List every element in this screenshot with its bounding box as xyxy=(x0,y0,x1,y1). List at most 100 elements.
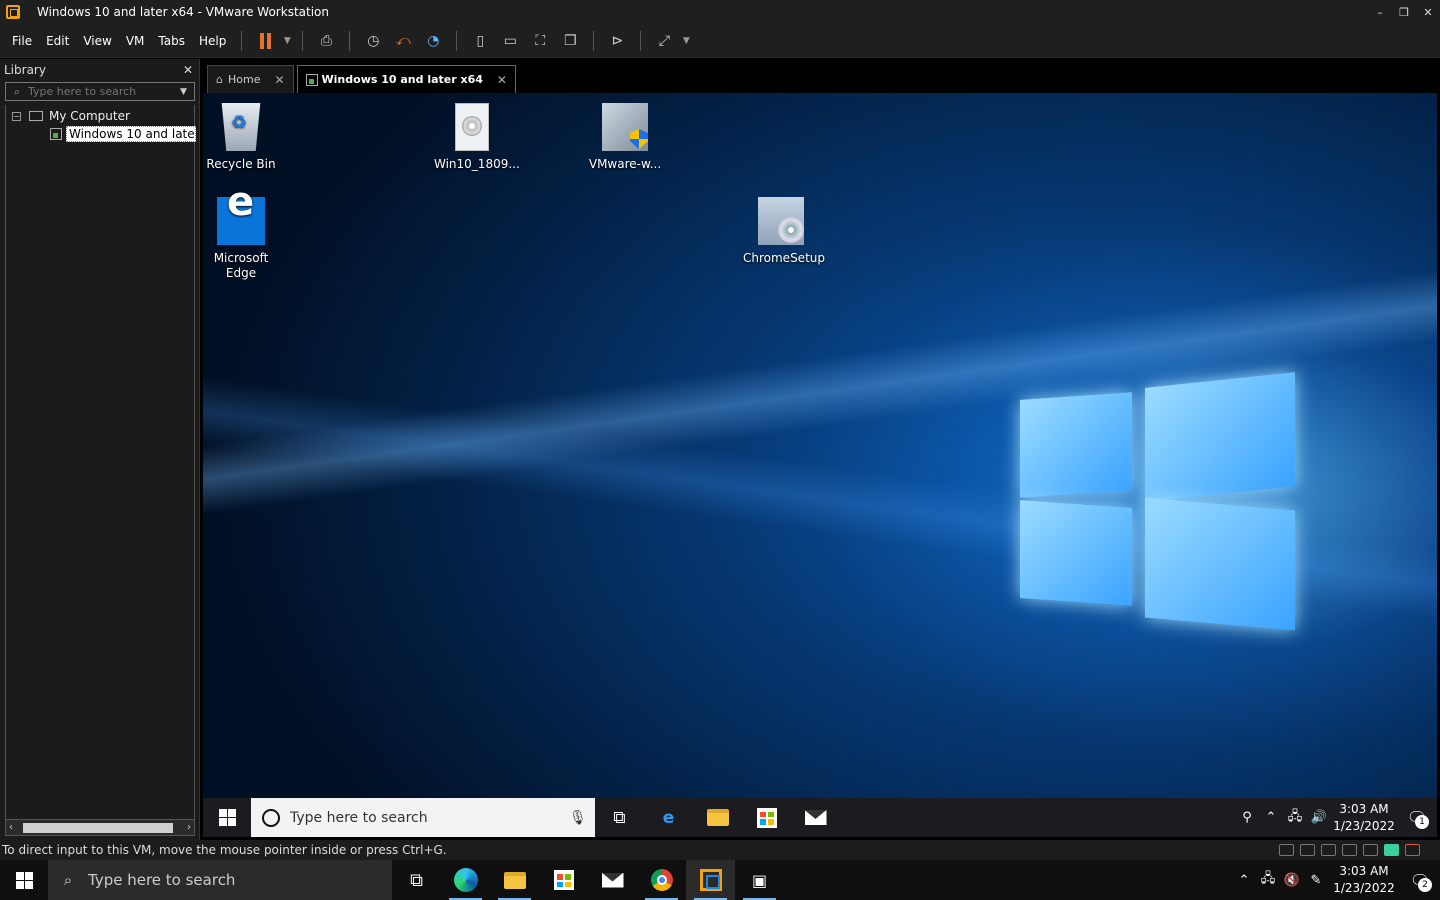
collapse-icon[interactable]: − xyxy=(12,111,21,121)
close-button[interactable]: ✕ xyxy=(1416,0,1440,24)
guest-action-center-icon[interactable]: 🗨1 xyxy=(1397,808,1437,829)
tab-vm[interactable]: Windows 10 and later x64 ✕ xyxy=(296,65,516,93)
host-file-explorer-icon[interactable] xyxy=(490,860,539,900)
mail-glyph xyxy=(804,810,827,825)
scroll-right-icon[interactable]: › xyxy=(187,822,191,833)
taskbar-edge-icon[interactable]: e xyxy=(644,798,693,837)
volume-muted-icon[interactable]: 🔇 xyxy=(1280,873,1304,888)
wallpaper-logo-pane xyxy=(1145,372,1295,502)
sound-card-icon[interactable] xyxy=(1405,844,1420,856)
power-dropdown-icon[interactable]: ▼ xyxy=(280,28,294,54)
windows-wallpaper-logo xyxy=(1015,358,1305,648)
store-glyph xyxy=(756,807,777,828)
desktop-icon-win10-iso[interactable]: Win10_1809... xyxy=(434,103,520,172)
taskbar-mail-icon[interactable] xyxy=(791,798,840,837)
menu-vm[interactable]: VM xyxy=(119,34,152,48)
setup-installer-icon xyxy=(758,197,804,245)
menu-tabs[interactable]: Tabs xyxy=(151,34,192,48)
console-view-icon[interactable]: ⊳ xyxy=(602,28,632,54)
pause-button[interactable] xyxy=(250,28,280,54)
installer-icon xyxy=(602,103,648,151)
show-hidden-icons-icon[interactable]: ⌃ xyxy=(1259,810,1283,825)
vmware-glyph xyxy=(699,869,722,891)
tab-home[interactable]: ⌂ Home ✕ xyxy=(207,65,294,93)
host-clock[interactable]: 3:03 AM 1/23/2022 xyxy=(1328,863,1400,897)
windows-icon xyxy=(15,871,33,889)
toolbar-separator xyxy=(456,30,458,51)
network-adapter-icon[interactable] xyxy=(1321,844,1336,856)
guest-start-button[interactable] xyxy=(203,798,251,837)
task-view-icon[interactable]: ⧉ xyxy=(595,798,644,837)
desktop-icon-microsoft-edge[interactable]: Microsoft Edge xyxy=(203,195,279,281)
cd-dvd-icon[interactable] xyxy=(1300,844,1315,856)
tab-bar: ⌂ Home ✕ Windows 10 and later x64 ✕ xyxy=(201,59,1440,93)
menu-file[interactable]: File xyxy=(5,34,39,48)
scroll-left-icon[interactable]: ‹ xyxy=(9,822,13,833)
thumbnail-bar-icon[interactable]: ▭ xyxy=(495,28,525,54)
library-header: Library ✕ xyxy=(0,59,199,81)
microphone-icon[interactable]: 🎙 xyxy=(569,810,595,826)
pen-icon[interactable]: ✎ xyxy=(1304,873,1328,888)
printer-icon[interactable] xyxy=(1342,844,1357,856)
display-icon[interactable] xyxy=(1384,844,1399,856)
host-time: 3:03 AM xyxy=(1339,864,1389,878)
scroll-thumb[interactable] xyxy=(23,823,173,833)
device-status-icons xyxy=(1279,844,1420,856)
unity-icon[interactable]: ❐ xyxy=(555,28,585,54)
taskbar-file-explorer-icon[interactable] xyxy=(693,798,742,837)
people-icon[interactable]: ⚲ xyxy=(1235,810,1259,825)
menu-edit[interactable]: Edit xyxy=(39,34,76,48)
host-installer-icon[interactable]: ▣ xyxy=(735,860,784,900)
desktop-icon-recycle-bin[interactable]: Recycle Bin xyxy=(203,103,279,172)
library-close-icon[interactable]: ✕ xyxy=(183,63,193,77)
network-icon[interactable]: 🖧 xyxy=(1256,869,1280,891)
host-action-center-icon[interactable]: 🗨2 xyxy=(1400,871,1440,892)
stretch-guest-icon[interactable]: ⤢ xyxy=(649,28,679,54)
status-message: To direct input to this VM, move the mou… xyxy=(2,843,447,857)
host-search-box[interactable]: ⌕ Type here to search xyxy=(48,860,392,900)
minimize-button[interactable]: – xyxy=(1368,0,1392,24)
guest-search-box[interactable]: Type here to search 🎙 xyxy=(251,798,595,837)
host-vmware-icon[interactable] xyxy=(686,860,735,900)
vm-desktop[interactable]: Recycle Bin Win10_1809... VMware-w... Mi… xyxy=(203,93,1437,798)
library-tree: − My Computer Windows 10 and later x64 xyxy=(5,105,196,820)
revert-snapshot-icon[interactable]: ⤺ xyxy=(388,28,418,54)
tree-item-vm[interactable]: Windows 10 and later x64 xyxy=(50,126,196,142)
guest-date: 1/23/2022 xyxy=(1333,818,1395,833)
vm-icon xyxy=(50,128,62,140)
host-start-button[interactable] xyxy=(0,860,48,900)
library-search-input[interactable] xyxy=(28,85,180,98)
library-horizontal-scrollbar[interactable]: ‹ › xyxy=(5,819,195,836)
host-edge-icon[interactable] xyxy=(441,860,490,900)
search-icon: ⌕ xyxy=(63,871,73,889)
desktop-icon-chrome-setup[interactable]: ChromeSetup xyxy=(743,197,825,266)
snapshot-icon[interactable]: ◷ xyxy=(358,28,388,54)
taskbar-store-icon[interactable] xyxy=(742,798,791,837)
chevron-down-icon[interactable]: ▼ xyxy=(180,87,194,97)
menu-help[interactable]: Help xyxy=(192,34,233,48)
host-store-icon[interactable] xyxy=(539,860,588,900)
tree-item-my-computer[interactable]: − My Computer xyxy=(12,109,130,123)
tab-close-icon[interactable]: ✕ xyxy=(274,73,284,87)
host-date: 1/23/2022 xyxy=(1333,881,1395,895)
restore-button[interactable]: ❐ xyxy=(1392,0,1416,24)
host-mail-icon[interactable] xyxy=(588,860,637,900)
host-task-view-icon[interactable]: ⧉ xyxy=(392,860,441,900)
tab-close-icon[interactable]: ✕ xyxy=(497,73,507,87)
volume-icon[interactable]: 🔊 xyxy=(1307,810,1331,825)
network-icon[interactable]: 🖧 xyxy=(1283,807,1307,829)
usb-icon[interactable] xyxy=(1363,844,1378,856)
show-hidden-icons-icon[interactable]: ⌃ xyxy=(1232,873,1256,888)
toolbar-separator xyxy=(640,30,642,51)
stretch-dropdown-icon[interactable]: ▼ xyxy=(679,28,693,54)
host-chrome-icon[interactable] xyxy=(637,860,686,900)
guest-clock[interactable]: 3:03 AM 1/23/2022 xyxy=(1331,801,1397,835)
snapshot-manager-icon[interactable]: ◔ xyxy=(418,28,448,54)
menu-view[interactable]: View xyxy=(76,34,118,48)
hard-disk-icon[interactable] xyxy=(1279,844,1294,856)
full-screen-icon[interactable]: ⛶ xyxy=(525,28,555,54)
send-ctrl-alt-del-icon[interactable]: ⎙ xyxy=(311,28,341,54)
desktop-icon-vmware-tools[interactable]: VMware-w... xyxy=(587,103,663,172)
show-library-icon[interactable]: ▯ xyxy=(465,28,495,54)
wallpaper-logo-pane xyxy=(1020,500,1132,606)
